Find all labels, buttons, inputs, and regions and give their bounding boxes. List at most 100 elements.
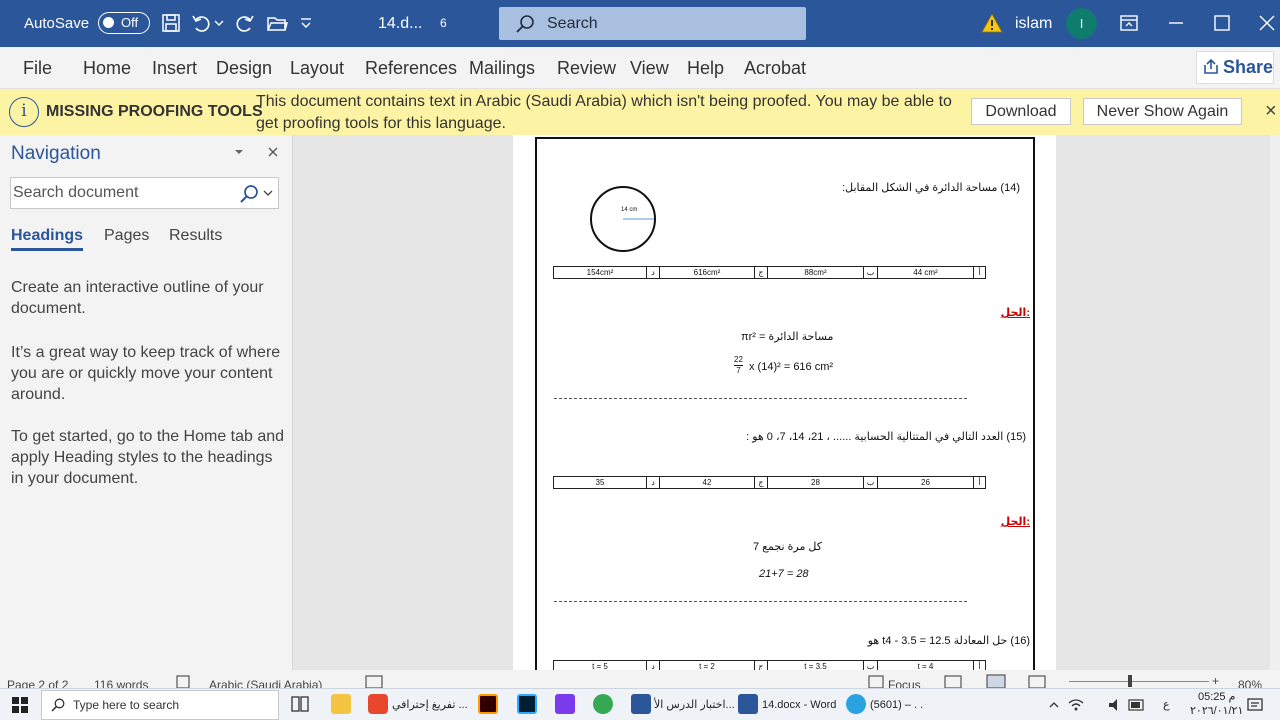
open-folder-icon[interactable] <box>266 12 288 34</box>
telegram-window-label[interactable]: (5601) – . . <box>870 689 923 720</box>
option-a-letter: أ <box>978 268 981 277</box>
message-close-icon[interactable]: × <box>1265 100 1277 123</box>
undo-icon[interactable] <box>190 12 212 34</box>
zoom-level[interactable]: 80% <box>1238 678 1262 688</box>
input-language[interactable]: ع <box>1163 689 1170 720</box>
file-explorer-icon[interactable] <box>331 694 351 714</box>
wifi-icon[interactable] <box>1068 698 1084 712</box>
tray-chevron-icon[interactable] <box>1048 699 1060 711</box>
customize-toolbar-icon[interactable] <box>298 12 314 34</box>
document-number: 6 <box>440 16 447 30</box>
word-count[interactable]: 116 words <box>94 678 148 688</box>
search-icon[interactable] <box>239 184 259 204</box>
clock[interactable]: 05:25 م ٢٠٢٦/٠١/٢١ <box>1190 690 1243 718</box>
pane-options-icon[interactable] <box>233 147 245 157</box>
share-button[interactable]: Share <box>1196 51 1274 84</box>
windows-start-icon[interactable] <box>12 697 28 713</box>
option-b-value: 88cm² <box>768 267 864 278</box>
zoom-slider[interactable] <box>1069 681 1209 682</box>
fraction: 22 7 <box>734 355 743 376</box>
accessibility-icon[interactable] <box>365 675 383 688</box>
focus-mode-label[interactable]: Focus <box>888 678 921 688</box>
navigation-search[interactable] <box>10 177 279 209</box>
page-count[interactable]: Page 2 of 2 <box>7 678 68 688</box>
volume-icon[interactable] <box>1108 698 1124 712</box>
q16-options-row: t = 5 د t = 2 ج t = 3.5 ب t = 4 أ <box>553 660 986 670</box>
undo-dropdown-icon[interactable] <box>213 12 225 34</box>
zoom-in-icon[interactable]: + <box>1212 674 1219 688</box>
visual-studio-icon[interactable] <box>555 694 575 714</box>
telegram-icon[interactable] <box>846 694 866 714</box>
share-label: Share <box>1223 57 1274 77</box>
save-icon[interactable] <box>160 12 182 34</box>
task-view-icon[interactable] <box>290 694 310 714</box>
word-icon[interactable] <box>631 694 651 714</box>
focus-icon[interactable] <box>868 675 884 688</box>
read-mode-icon[interactable] <box>944 675 962 688</box>
tab-file[interactable]: File <box>23 47 52 89</box>
battery-icon[interactable] <box>1128 699 1146 711</box>
tab-help[interactable]: Help <box>687 47 724 89</box>
tab-mailings[interactable]: Mailings <box>469 47 535 89</box>
chrome-icon[interactable] <box>593 694 613 714</box>
circle-figure <box>590 186 656 252</box>
navigation-pane: Navigation Headings Pages Results Create… <box>0 135 293 670</box>
tab-pages[interactable]: Pages <box>104 227 149 245</box>
warning-icon[interactable] <box>981 13 1003 33</box>
navigation-title: Navigation <box>11 143 101 164</box>
maximize-icon[interactable] <box>1212 13 1232 33</box>
avatar[interactable]: I <box>1066 8 1097 39</box>
download-button[interactable]: Download <box>971 98 1071 125</box>
tab-view[interactable]: View <box>630 47 669 89</box>
circle-radius-label: 14 cm <box>621 207 638 213</box>
tab-insert[interactable]: Insert <box>152 47 197 89</box>
tab-review[interactable]: Review <box>557 47 616 89</box>
zoom-slider-thumb[interactable] <box>1128 675 1132 687</box>
tab-references[interactable]: References <box>365 47 457 89</box>
language-indicator[interactable]: Arabic (Saudi Arabia) <box>209 678 322 688</box>
status-bar: Page 2 of 2 116 words Arabic (Saudi Arab… <box>0 670 1280 688</box>
illustrator-icon[interactable] <box>478 694 498 714</box>
tab-design[interactable]: Design <box>216 47 272 89</box>
word-icon[interactable] <box>738 694 758 714</box>
minimize-icon[interactable] <box>1166 13 1186 33</box>
web-layout-icon[interactable] <box>1028 675 1046 688</box>
vertical-scrollbar[interactable] <box>1270 135 1280 670</box>
q14-solution-line-2: x (14)² = 616 cm² <box>749 361 834 373</box>
notifications-icon[interactable] <box>1247 697 1263 713</box>
close-icon[interactable] <box>1257 13 1277 33</box>
ribbon-tabs: File Home Insert Design Layout Reference… <box>0 47 1280 89</box>
user-name[interactable]: islam <box>1015 0 1052 47</box>
taskbar: Type here to search تفريغ إحترافي ... اخ… <box>0 688 1280 720</box>
title-search-box[interactable]: Search <box>499 7 806 40</box>
never-show-again-button[interactable]: Never Show Again <box>1083 98 1242 125</box>
tab-headings[interactable]: Headings <box>11 227 84 251</box>
word-window-1-label[interactable]: اختبار الدرس الأ... <box>654 689 735 720</box>
tab-layout[interactable]: Layout <box>290 47 344 89</box>
navigation-help-text-1: Create an interactive outline of your do… <box>11 279 264 317</box>
document-canvas[interactable]: (14) مساحة الدائرة في الشكل المقابل: 14 … <box>294 135 1280 670</box>
question-14: (14) مساحة الدائرة في الشكل المقابل: <box>842 182 1020 194</box>
divider <box>554 601 967 602</box>
photoshop-icon[interactable] <box>517 694 537 714</box>
option-b-letter: ب <box>864 267 878 278</box>
ribbon-display-icon[interactable] <box>1119 13 1139 33</box>
tab-acrobat[interactable]: Acrobat <box>744 47 806 89</box>
brave-browser-icon[interactable] <box>368 694 388 714</box>
navigation-search-input[interactable] <box>13 180 233 206</box>
taskbar-search[interactable]: Type here to search <box>41 690 279 720</box>
chevron-down-icon[interactable] <box>263 189 273 197</box>
proofing-icon[interactable] <box>176 675 194 688</box>
redo-icon[interactable] <box>234 12 256 34</box>
document-page[interactable]: (14) مساحة الدائرة في الشكل المقابل: 14 … <box>513 135 1056 670</box>
tab-results[interactable]: Results <box>169 227 222 245</box>
option-d-letter: د <box>647 661 660 670</box>
word-window-2-label[interactable]: 14.docx - Word <box>762 689 836 720</box>
q15-options-row: 35 د 42 ج 28 ب 26 أ <box>553 476 986 489</box>
autosave-toggle[interactable]: Off <box>98 12 150 34</box>
print-layout-icon[interactable] <box>986 674 1006 688</box>
tab-home[interactable]: Home <box>83 47 131 89</box>
clock-date: ٢٠٢٦/٠١/٢١ <box>1190 705 1244 717</box>
pane-close-icon[interactable] <box>267 146 279 158</box>
brave-window-label[interactable]: تفريغ إحترافي ... <box>392 689 468 720</box>
